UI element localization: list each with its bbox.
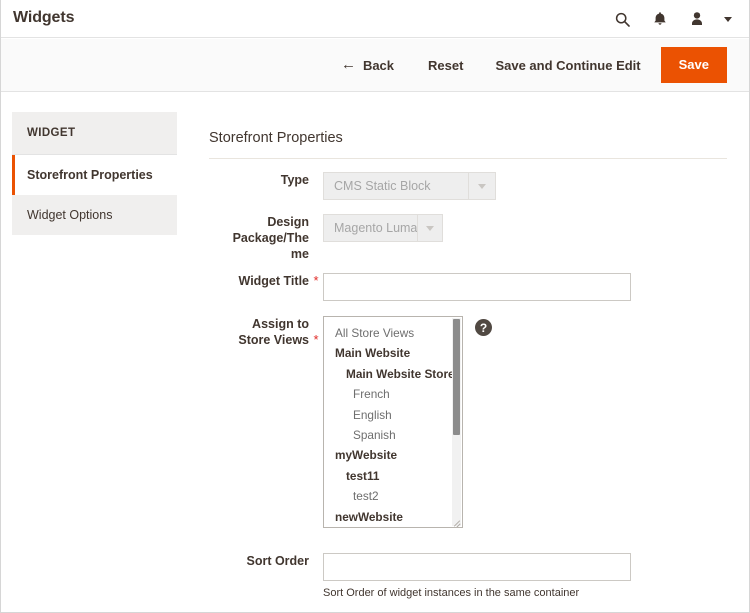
chevron-down-icon[interactable] bbox=[715, 0, 741, 38]
store-view-option[interactable]: Spanish bbox=[324, 425, 452, 445]
page-title: Widgets bbox=[13, 9, 75, 26]
field-sort-order-label: Sort Order bbox=[246, 554, 309, 568]
field-widget-title-label: Widget Title bbox=[238, 274, 310, 288]
type-select: CMS Static Block bbox=[323, 172, 496, 200]
label-line-2: Store Views bbox=[238, 333, 309, 347]
sidebar-item-label: Storefront Properties bbox=[27, 168, 153, 182]
field-type-label: Type bbox=[280, 173, 309, 187]
store-views-scrollbar[interactable] bbox=[452, 318, 461, 526]
sidebar-item-label: Widget Options bbox=[27, 208, 113, 222]
save-button[interactable]: Save bbox=[660, 47, 727, 83]
field-design-theme: Design Package/The me Magento Luma bbox=[209, 214, 443, 262]
sort-order-input[interactable] bbox=[323, 553, 631, 581]
widget-sidebar-nav: WIDGET Storefront Properties Widget Opti… bbox=[12, 112, 177, 235]
resize-handle-icon[interactable] bbox=[452, 517, 461, 527]
sidebar-item-storefront-properties[interactable]: Storefront Properties bbox=[12, 155, 177, 195]
store-view-option[interactable]: myWebsite bbox=[324, 445, 452, 465]
widget-title-input[interactable] bbox=[323, 273, 631, 301]
page-header: Widgets bbox=[1, 0, 749, 38]
label-line-3: me bbox=[290, 247, 309, 261]
field-store-views-label: Assign to Store Views bbox=[209, 316, 309, 528]
scrollbar-thumb[interactable] bbox=[453, 319, 460, 435]
save-and-continue-edit-button[interactable]: Save and Continue Edit bbox=[495, 58, 640, 73]
field-widget-title: Widget Title * bbox=[209, 273, 631, 301]
field-store-views: Assign to Store Views * All Store Views M… bbox=[209, 316, 492, 528]
arrow-left-icon: ← bbox=[340, 55, 356, 73]
type-select-value: CMS Static Block bbox=[334, 179, 431, 193]
store-view-option[interactable]: newWebsite bbox=[324, 507, 452, 527]
required-marker: * bbox=[313, 332, 319, 347]
reset-button[interactable]: Reset bbox=[428, 58, 463, 73]
sidebar-item-widget-options[interactable]: Widget Options bbox=[12, 195, 177, 235]
storefront-properties-panel: Storefront Properties Type CMS Static Bl… bbox=[209, 130, 749, 599]
back-button[interactable]: ← Back bbox=[340, 55, 395, 73]
store-view-option[interactable]: French bbox=[324, 384, 452, 404]
chevron-down-icon bbox=[468, 173, 495, 199]
help-tooltip-icon[interactable]: ? bbox=[475, 319, 492, 336]
sort-order-hint: Sort Order of widget instances in the sa… bbox=[323, 587, 580, 599]
store-view-option[interactable]: test2 bbox=[324, 486, 452, 506]
search-icon[interactable] bbox=[604, 0, 641, 38]
notifications-icon[interactable] bbox=[641, 0, 678, 38]
required-marker: * bbox=[313, 273, 319, 288]
sidebar-heading: WIDGET bbox=[12, 112, 177, 155]
user-icon[interactable] bbox=[678, 0, 715, 38]
store-views-option-list: All Store Views Main Website Main Website … bbox=[324, 323, 455, 527]
header-icon-group bbox=[604, 0, 741, 38]
back-button-label: Back bbox=[362, 57, 395, 73]
section-title: Storefront Properties bbox=[209, 130, 727, 159]
field-design-theme-label: Design Package/The me bbox=[209, 214, 309, 262]
label-line-2: Package/The bbox=[232, 231, 309, 245]
field-sort-order: Sort Order Sort Order of widget instance… bbox=[209, 553, 631, 600]
design-theme-select-value: Magento Luma bbox=[334, 221, 418, 235]
store-view-option[interactable]: Main Website Store bbox=[324, 364, 455, 384]
store-view-option[interactable]: Main Website bbox=[324, 343, 452, 363]
page-actions-toolbar: ← Back Reset Save and Continue Edit Save bbox=[1, 39, 749, 92]
store-views-multiselect[interactable]: All Store Views Main Website Main Website … bbox=[323, 316, 463, 528]
store-view-option[interactable]: English bbox=[324, 405, 452, 425]
store-view-option[interactable]: All Store Views bbox=[324, 323, 452, 343]
label-line-1: Assign to bbox=[252, 317, 309, 331]
admin-window: Widgets ← Back Reset Save and Continue E… bbox=[0, 0, 750, 613]
label-line-1: Design bbox=[267, 215, 309, 229]
store-view-option[interactable]: test11 bbox=[324, 466, 452, 486]
field-type: Type CMS Static Block bbox=[209, 172, 496, 200]
design-theme-select: Magento Luma bbox=[323, 214, 443, 242]
chevron-down-icon bbox=[417, 215, 442, 241]
